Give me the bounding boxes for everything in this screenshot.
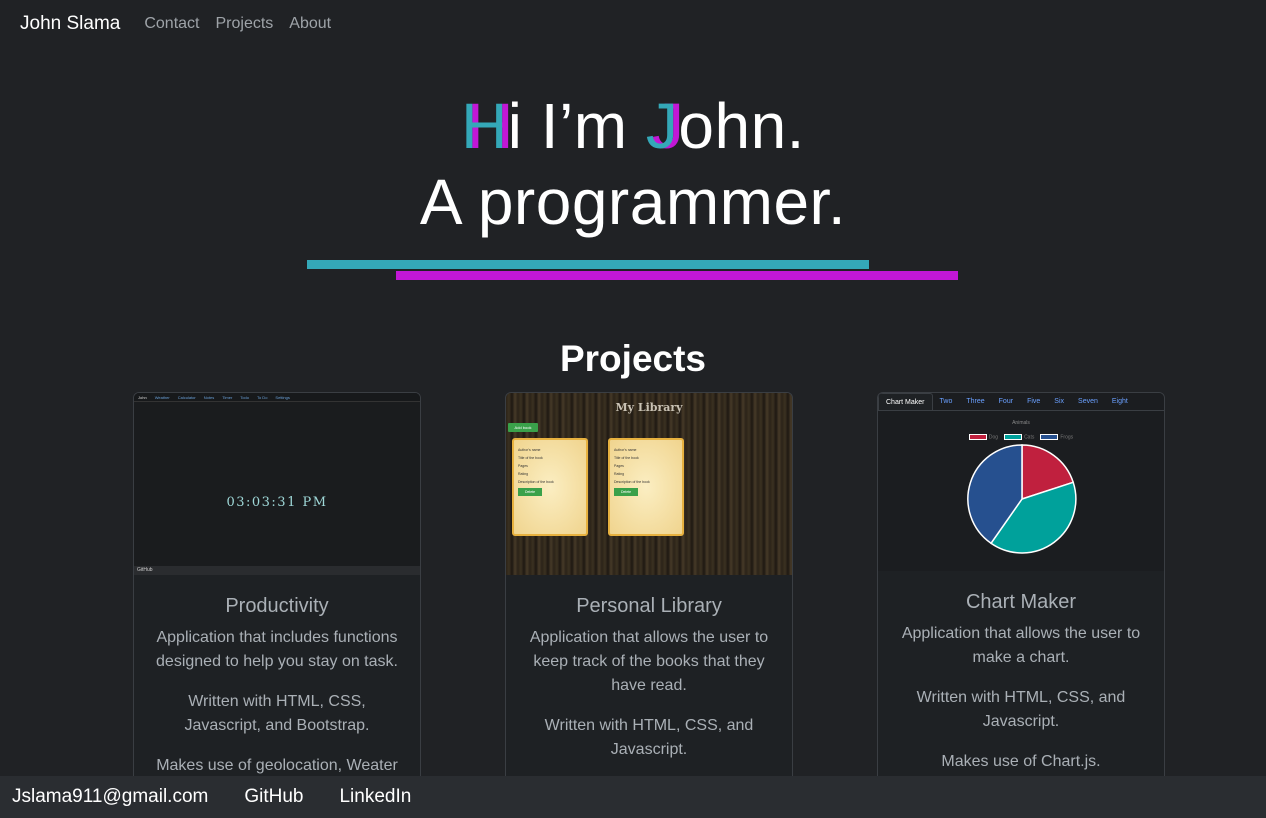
top-navbar: John Slama Contact Projects About	[0, 0, 1266, 48]
hero-initial-j: JJ	[645, 90, 685, 162]
library-heading: My Library	[615, 401, 683, 414]
hero-text-2: ohn.	[678, 90, 805, 162]
card-description: Application that includes functions desi…	[156, 629, 398, 670]
mini-footer: GitHub	[134, 566, 420, 575]
hero-text-1: i I’m	[507, 90, 646, 162]
hero-line-2: A programmer.	[419, 166, 847, 238]
clock-display: 03:03:31 PM	[226, 495, 328, 510]
library-screenshot: My Library Add book Author's name Title …	[506, 393, 792, 575]
book-card: Author's name Title of the book Pages Ra…	[608, 438, 684, 536]
hero-initial-h: HH	[461, 90, 514, 162]
add-book-button: Add book	[508, 423, 538, 432]
hero-underline-magenta	[396, 271, 958, 280]
nav-link-about[interactable]: About	[289, 15, 331, 33]
pie-chart	[967, 444, 1077, 554]
card-title: Productivity	[225, 595, 329, 617]
footer-linkedin-link[interactable]: LinkedIn	[339, 786, 411, 808]
hero-underline-teal	[307, 260, 869, 269]
hero-heading: H Hi I’m J John. A programmer.	[0, 88, 1266, 240]
mini-navbar: John Weather Calculator Notes Timer Todo…	[134, 393, 420, 402]
card-extra: Makes use of Chart.js.	[941, 753, 1101, 770]
card-description: Application that allows the user to make…	[901, 625, 1141, 666]
brand-link[interactable]: John Slama	[20, 13, 120, 35]
card-tech: Written with HTML, CSS, and Javascript.	[544, 717, 754, 758]
projects-title: Projects	[559, 338, 706, 379]
footer-github-link[interactable]: GitHub	[244, 786, 303, 808]
book-card: Author's name Title of the book Pages Ra…	[512, 438, 588, 536]
card-description: Application that allows the user to keep…	[529, 629, 769, 694]
footer-bar: Jslama911@gmail.com GitHub LinkedIn	[0, 776, 1266, 818]
productivity-screenshot: John Weather Calculator Notes Timer Todo…	[134, 393, 420, 575]
nav-link-contact[interactable]: Contact	[144, 15, 199, 33]
footer-email-link[interactable]: Jslama911@gmail.com	[12, 786, 208, 808]
nav-link-projects[interactable]: Projects	[215, 15, 273, 33]
card-title: Chart Maker	[965, 591, 1077, 613]
chart-maker-screenshot: Chart Maker Two Three Four Five Six Seve…	[878, 393, 1164, 571]
project-card-productivity[interactable]: John Weather Calculator Notes Timer Todo…	[133, 392, 421, 792]
card-tech: Written with HTML, CSS, and Javascript.	[916, 689, 1126, 730]
card-extra: Makes use of geolocation, Weater	[156, 757, 398, 774]
project-card-chart-maker[interactable]: Chart Maker Two Three Four Five Six Seve…	[877, 392, 1165, 792]
hero-line-1: H Hi I’m J John.	[0, 88, 1266, 164]
project-card-library[interactable]: My Library Add book Author's name Title …	[505, 392, 793, 792]
card-title: Personal Library	[576, 595, 722, 617]
card-tech: Written with HTML, CSS, Javascript, and …	[184, 693, 370, 734]
